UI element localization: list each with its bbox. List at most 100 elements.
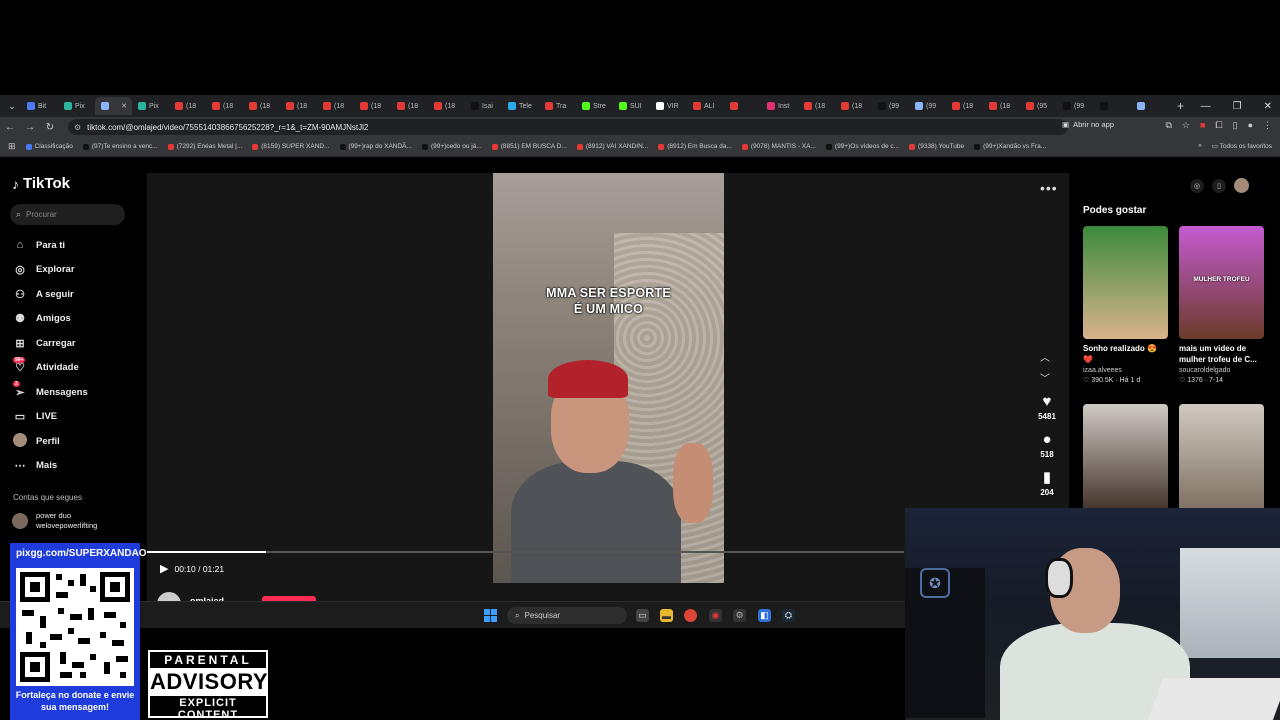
sidebar-item-amigos[interactable]: ⚉ Amigos <box>12 307 142 332</box>
play-icon[interactable]: ▶ <box>160 562 168 575</box>
bookmark-item[interactable]: (99+)cedo ou já... <box>421 143 482 150</box>
browser-tab[interactable]: Pix <box>132 97 169 115</box>
browser-tab[interactable]: Stre <box>576 97 613 115</box>
bookmark-item[interactable]: (97)Te ensino a venc... <box>82 143 158 150</box>
browser-tab[interactable] <box>1094 97 1131 115</box>
recommended-video-card[interactable]: Sonho realizado 😍 ❤️ izaa.alveees ♡ 390.5K… <box>1083 226 1168 384</box>
browser-tab[interactable]: (18 <box>798 97 835 115</box>
browser-tab[interactable]: (18 <box>428 97 465 115</box>
browser-tab[interactable]: (18 <box>317 97 354 115</box>
video-author[interactable]: soucaroldelgado <box>1179 367 1264 374</box>
chrome-icon[interactable] <box>684 609 697 622</box>
recommended-video-card[interactable]: MULHER TROFEU mais um video de mulher tro… <box>1179 226 1264 384</box>
folder-icon[interactable]: ▬ <box>660 609 673 622</box>
search-box[interactable]: ⌕ <box>10 204 125 225</box>
browser-tab[interactable]: ✕ <box>95 97 132 115</box>
video-title[interactable]: mais um video de mulher trofeu de C... <box>1179 343 1264 365</box>
bookmark-item[interactable]: (8912) VAI XANDIN... <box>576 143 648 150</box>
video-thumbnail[interactable] <box>1083 404 1168 517</box>
bookmark-item[interactable]: (8912) Em Busca da... <box>658 143 732 150</box>
maximize-button[interactable]: ❐ <box>1233 101 1242 112</box>
browser-tab[interactable] <box>1131 97 1168 115</box>
user-avatar[interactable] <box>1234 178 1249 193</box>
task-view-icon[interactable]: ▭ <box>636 609 649 622</box>
browser-tab[interactable]: (18 <box>206 97 243 115</box>
browser-tab[interactable]: Inst <box>761 97 798 115</box>
new-tab-button[interactable]: + <box>1177 99 1184 113</box>
menu-kebab-icon[interactable]: ⋮ <box>1263 120 1272 131</box>
bookmarks-overflow-button[interactable]: » <box>1198 142 1202 150</box>
browser-tab[interactable]: Tele <box>502 97 539 115</box>
browser-tab[interactable]: Bit <box>21 97 58 115</box>
previous-video-icon[interactable]: ︿ <box>1040 349 1050 364</box>
device-icon[interactable]: ▯ <box>1212 178 1226 193</box>
search-input[interactable] <box>26 210 117 219</box>
sidebar-item-explorar[interactable]: ◎ Explorar <box>12 258 142 283</box>
tiktok-logo[interactable]: ♪ TikTok <box>12 175 70 192</box>
browser-tab[interactable]: (18 <box>354 97 391 115</box>
video-author[interactable]: izaa.alveees <box>1083 367 1168 374</box>
browser-tab[interactable]: (18 <box>391 97 428 115</box>
save-button[interactable]: ▮ 204 <box>1030 468 1064 497</box>
video-thumbnail[interactable]: MULHER TROFEU <box>1179 226 1264 339</box>
reload-button[interactable]: ↻ <box>40 122 60 133</box>
browser-tab[interactable]: ALI <box>687 97 724 115</box>
back-button[interactable]: ← <box>0 122 20 133</box>
like-button[interactable]: ♥ 5481 <box>1030 393 1064 421</box>
browser-tab[interactable]: (18 <box>946 97 983 115</box>
site-info-icon[interactable]: ⚙ <box>74 123 81 132</box>
store-icon[interactable]: ◧ <box>758 609 771 622</box>
bookmark-item[interactable]: (8159) SUPER XAND... <box>252 143 330 150</box>
browser-tab[interactable]: (18 <box>983 97 1020 115</box>
forward-button[interactable]: → <box>20 122 40 133</box>
bookmark-item[interactable]: (99+)Os vídeos de c... <box>825 143 899 150</box>
browser-tab[interactable]: (95 <box>1020 97 1057 115</box>
sidebar-item-atividade[interactable]: ♡ 99+ Atividade <box>12 356 142 381</box>
bookmark-item[interactable]: (9078) MANTIS - XA... <box>741 143 816 150</box>
settings-icon[interactable]: ⚙ <box>733 609 746 622</box>
sidebar-item-a-seguir[interactable]: ⚇ A seguir <box>12 282 142 307</box>
video-thumbnail[interactable] <box>1083 226 1168 339</box>
bookmark-item[interactable]: Classificação <box>25 143 73 150</box>
sidebar-item-mais[interactable]: ⋯ Mais <box>12 454 142 479</box>
sidebar-item-carregar[interactable]: ⊞ Carregar <box>12 331 142 356</box>
browser-tab[interactable]: SUI <box>613 97 650 115</box>
browser-tab[interactable] <box>724 97 761 115</box>
browser-tab[interactable]: Isai <box>465 97 502 115</box>
video-progress-bar[interactable] <box>147 551 904 553</box>
bookmark-star-icon[interactable]: ☆ <box>1182 120 1190 131</box>
extensions-puzzle-icon[interactable]: ⧠ <box>1215 120 1222 131</box>
bookmark-item[interactable]: (99+)rap do XANDÃ... <box>339 143 412 150</box>
close-window-button[interactable]: ✕ <box>1264 101 1272 112</box>
browser-tab[interactable]: (18 <box>280 97 317 115</box>
address-bar[interactable]: ⚙ tiktok.com/@omlajed/video/755514038667… <box>68 119 1068 135</box>
extension-icon[interactable]: ■ <box>1200 120 1205 131</box>
browser-tab[interactable]: Pix <box>58 97 95 115</box>
sidebar-item-live[interactable]: ▭ LIVE <box>12 405 142 430</box>
app-red-icon[interactable]: ◉ <box>709 609 722 622</box>
all-bookmarks-folder[interactable]: ▭ Todos os favoritos <box>1212 142 1272 150</box>
windows-start-icon[interactable] <box>484 609 497 622</box>
coins-icon[interactable]: ◎ <box>1190 178 1204 193</box>
bookmark-item[interactable]: (99+)Xandão vs Fra... <box>974 143 1046 150</box>
taskbar-search[interactable]: ⌕ Pesquisar <box>507 607 627 624</box>
profile-avatar-icon[interactable]: ● <box>1248 120 1253 131</box>
steam-icon[interactable]: ⛭ <box>782 609 795 622</box>
open-in-app-button[interactable]: ▣ Abrir no app <box>1062 120 1114 129</box>
recommended-video-card[interactable] <box>1083 404 1168 517</box>
sidebar-item-perfil[interactable]: Perfil <box>12 429 142 454</box>
sidebar-item-para-ti[interactable]: ⌂ Para ti <box>12 233 142 258</box>
comment-button[interactable]: ● 518 <box>1030 431 1064 459</box>
sidepanel-icon[interactable]: ▯ <box>1233 120 1238 131</box>
translate-icon[interactable]: ⧉ <box>1165 120 1171 131</box>
close-tab-icon[interactable]: ✕ <box>121 102 127 110</box>
video-title[interactable]: Sonho realizado 😍 ❤️ <box>1083 343 1168 365</box>
browser-tab[interactable]: (99 <box>1057 97 1094 115</box>
next-video-icon[interactable]: ﹀ <box>1040 370 1050 385</box>
video-thumbnail[interactable] <box>1179 404 1264 517</box>
bookmark-item[interactable]: (7292) Enéas Metal |... <box>167 143 242 150</box>
minimize-button[interactable]: — <box>1201 101 1211 112</box>
apps-grid-icon[interactable]: ⊞ <box>8 141 16 152</box>
browser-tab[interactable]: (99 <box>872 97 909 115</box>
browser-tab[interactable]: (18 <box>243 97 280 115</box>
